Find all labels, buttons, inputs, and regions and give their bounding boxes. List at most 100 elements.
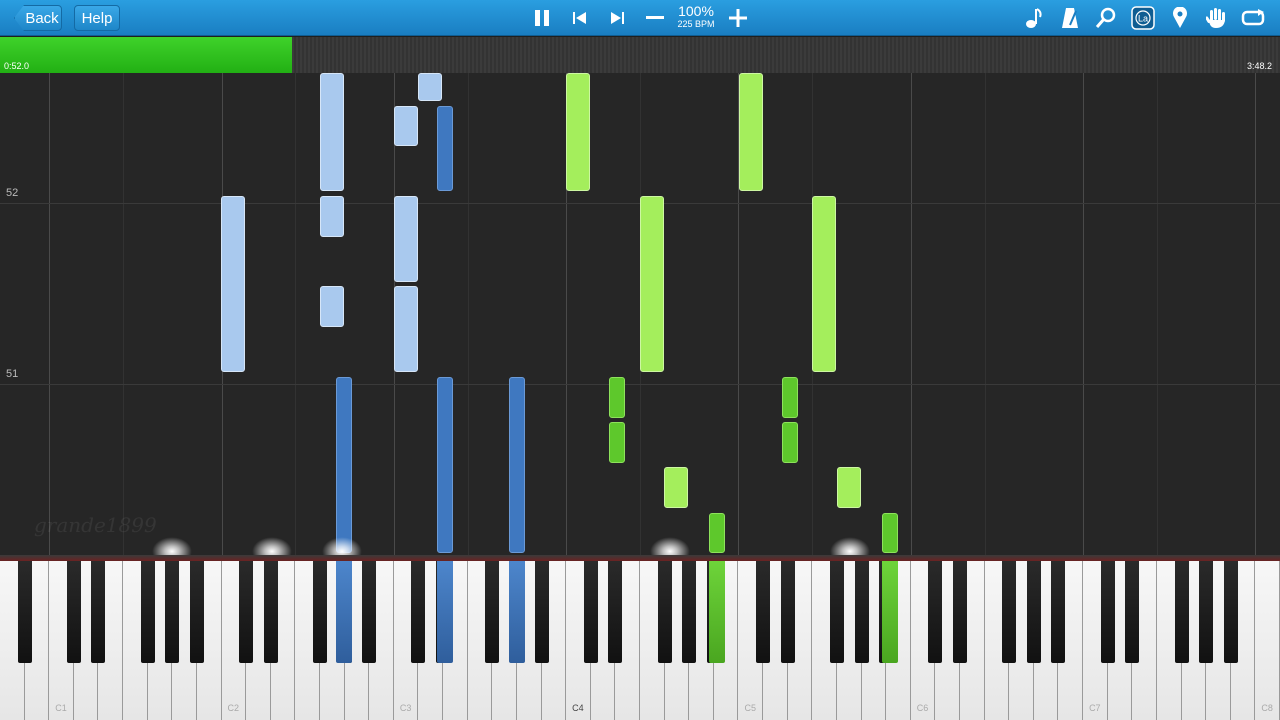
black-key[interactable] xyxy=(1125,561,1140,663)
grid-line xyxy=(467,73,469,559)
measure-number: 52 xyxy=(6,187,19,199)
progress-fill xyxy=(0,37,292,73)
key-spark xyxy=(650,537,690,555)
note-block xyxy=(418,73,442,101)
black-key[interactable] xyxy=(780,561,795,663)
black-key[interactable] xyxy=(165,561,180,663)
plus-icon[interactable] xyxy=(722,2,754,34)
octave-label: C3 xyxy=(399,703,412,713)
black-key[interactable] xyxy=(66,561,81,663)
note-block xyxy=(394,106,418,146)
black-key[interactable] xyxy=(657,561,672,663)
note-block xyxy=(336,377,352,553)
black-key[interactable] xyxy=(1051,561,1066,663)
song-progress-bar[interactable] xyxy=(0,37,1280,73)
grid-line xyxy=(123,73,125,559)
octave-label: C2 xyxy=(227,703,240,713)
black-key[interactable] xyxy=(1174,561,1189,663)
hand-icon[interactable] xyxy=(1200,2,1232,34)
bpm-readout: 225 BPM xyxy=(677,19,715,29)
black-key[interactable] xyxy=(140,561,155,663)
location-pin-icon[interactable] xyxy=(1164,2,1196,34)
note-block xyxy=(640,196,664,372)
note-block xyxy=(664,467,688,508)
pause-icon[interactable] xyxy=(526,2,558,34)
magnifier-icon[interactable] xyxy=(1090,2,1122,34)
note-block xyxy=(739,73,763,191)
note-block xyxy=(437,377,453,553)
white-key[interactable] xyxy=(1255,561,1280,720)
octave-label: C8 xyxy=(1261,703,1273,713)
black-key[interactable] xyxy=(411,561,426,663)
note-roll: 52 51 grande1899 xyxy=(0,73,1280,559)
pressed-key[interactable] xyxy=(336,561,352,663)
toolbar: Back Help 100% 225 BPM La xyxy=(0,0,1280,36)
piano-keyboard[interactable] xyxy=(0,561,1280,720)
skip-forward-icon[interactable] xyxy=(601,2,633,34)
black-key[interactable] xyxy=(756,561,771,663)
grid-line xyxy=(295,73,297,559)
note-block xyxy=(320,286,344,327)
note-block xyxy=(837,467,861,508)
black-key[interactable] xyxy=(1002,561,1017,663)
metronome-icon[interactable] xyxy=(1054,2,1086,34)
note-block xyxy=(394,196,418,282)
grid-line xyxy=(984,73,986,559)
black-key[interactable] xyxy=(313,561,327,663)
black-key[interactable] xyxy=(1223,561,1238,663)
skip-back-icon[interactable] xyxy=(564,2,596,34)
measure-line xyxy=(0,384,1280,385)
pressed-key[interactable] xyxy=(882,561,898,663)
black-key[interactable] xyxy=(1199,561,1214,663)
watermark: grande1899 xyxy=(34,513,157,537)
black-key[interactable] xyxy=(534,561,549,663)
black-key[interactable] xyxy=(485,561,500,663)
black-key[interactable] xyxy=(239,561,254,663)
note-block xyxy=(882,513,898,553)
black-key[interactable] xyxy=(1100,561,1115,663)
black-key[interactable] xyxy=(17,561,32,663)
note-icon[interactable] xyxy=(1018,2,1050,34)
pressed-key[interactable] xyxy=(509,561,525,663)
grid-line xyxy=(49,73,51,559)
octave-label: C1 xyxy=(55,703,67,713)
note-block xyxy=(782,422,798,463)
key-spark xyxy=(322,537,362,555)
black-key[interactable] xyxy=(829,561,844,663)
loop-icon[interactable] xyxy=(1237,2,1269,34)
label-toggle-icon[interactable]: La xyxy=(1127,2,1159,34)
black-key[interactable] xyxy=(583,561,598,663)
octave-label: C7 xyxy=(1089,703,1101,713)
note-block xyxy=(709,513,725,553)
measure-number: 51 xyxy=(6,368,19,380)
note-block xyxy=(609,422,625,463)
black-key[interactable] xyxy=(682,561,697,663)
help-button[interactable]: Help xyxy=(74,5,120,31)
note-block xyxy=(394,286,418,372)
note-block xyxy=(320,196,344,237)
synthesia-app: Back Help 100% 225 BPM La 0:52.0 3:48.2 … xyxy=(0,0,1280,720)
note-block xyxy=(437,106,453,191)
key-spark xyxy=(252,537,292,555)
pressed-key[interactable] xyxy=(437,561,453,663)
black-key[interactable] xyxy=(1026,561,1041,663)
black-key[interactable] xyxy=(189,561,204,663)
octave-label: C6 xyxy=(916,703,929,713)
black-key[interactable] xyxy=(608,561,623,663)
black-key[interactable] xyxy=(854,561,869,663)
black-key[interactable] xyxy=(953,561,967,663)
note-block xyxy=(320,73,344,191)
black-key[interactable] xyxy=(362,561,377,663)
black-key[interactable] xyxy=(928,561,943,663)
pressed-key[interactable] xyxy=(709,561,725,663)
black-key[interactable] xyxy=(263,561,278,663)
total-time: 3:48.2 xyxy=(1246,61,1272,71)
note-block xyxy=(609,377,625,418)
note-block xyxy=(782,377,798,418)
note-block xyxy=(221,196,245,372)
black-key[interactable] xyxy=(91,561,106,663)
current-time: 0:52.0 xyxy=(4,61,30,71)
note-block xyxy=(812,196,836,372)
minus-icon[interactable] xyxy=(639,2,671,34)
back-button[interactable]: Back xyxy=(14,5,62,31)
